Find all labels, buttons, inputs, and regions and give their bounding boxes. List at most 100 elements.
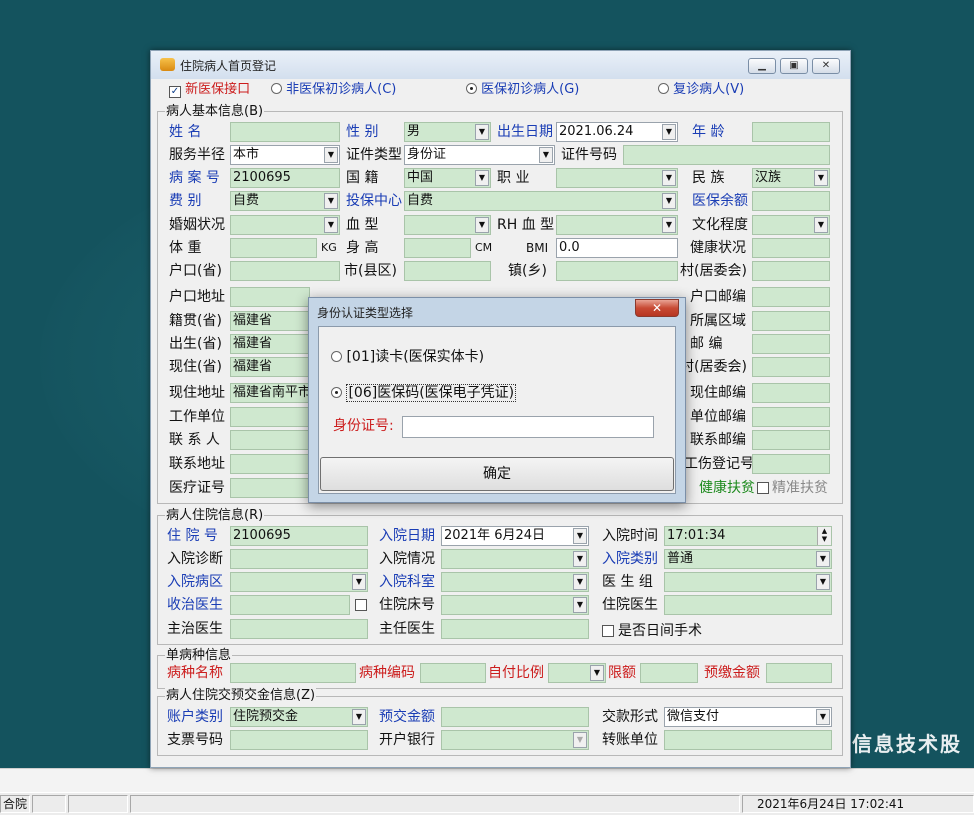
- current-zip-field[interactable]: [752, 383, 830, 403]
- option-insurance-code[interactable]: [06]医保码(医保电子凭证): [331, 383, 517, 403]
- dropdown-arrow-icon[interactable]: ▼: [662, 170, 676, 186]
- fee-select[interactable]: 自费 ▼: [230, 191, 340, 211]
- account-select[interactable]: 住院预交金 ▼: [230, 707, 368, 727]
- height-field[interactable]: [404, 238, 471, 258]
- bmi-field[interactable]: 0.0: [556, 238, 678, 258]
- current-addr-field[interactable]: 福建省南平市: [230, 383, 310, 403]
- dropdown-arrow-icon[interactable]: ▼: [324, 217, 338, 233]
- dropdown-arrow-icon[interactable]: ▼: [352, 574, 366, 590]
- id-type-select[interactable]: 身份证 ▼: [404, 145, 555, 165]
- minimize-button[interactable]: ▁: [748, 58, 776, 74]
- work-zip-field[interactable]: [752, 407, 830, 427]
- ward-select[interactable]: ▼: [230, 572, 368, 592]
- health-poverty-label[interactable]: 健康扶贫: [699, 478, 755, 498]
- dropdown-arrow-icon[interactable]: ▼: [475, 170, 489, 186]
- service-select[interactable]: 本市 ▼: [230, 145, 340, 165]
- radio-insurance[interactable]: 医保初诊病人(G): [466, 80, 579, 100]
- maximize-button[interactable]: ▣: [780, 58, 808, 74]
- radio-revisit[interactable]: 复诊病人(V): [658, 80, 744, 100]
- dropdown-arrow-icon[interactable]: ▼: [573, 551, 587, 567]
- admit-time-field[interactable]: 17:01:34 ▲ ▼: [664, 526, 832, 546]
- hukou-addr-field[interactable]: [230, 287, 310, 307]
- marital-select[interactable]: ▼: [230, 215, 340, 235]
- ethnic-select[interactable]: 汉族 ▼: [752, 168, 830, 188]
- precise-poverty-checkbox[interactable]: [757, 482, 769, 494]
- hosp-doctor-field[interactable]: [664, 595, 832, 615]
- daytime-surgery-checkbox[interactable]: [602, 625, 614, 637]
- check-field[interactable]: [230, 730, 368, 750]
- dropdown-arrow-icon[interactable]: ▼: [324, 193, 338, 209]
- calendar-dropdown-icon[interactable]: ▼: [662, 124, 676, 140]
- dropdown-arrow-icon[interactable]: ▼: [539, 147, 553, 163]
- prepay-field[interactable]: [766, 663, 832, 683]
- contact-zip-field[interactable]: [752, 430, 830, 450]
- id-number-input[interactable]: [402, 416, 654, 438]
- disease-code-field[interactable]: [420, 663, 486, 683]
- calendar-dropdown-icon[interactable]: ▼: [573, 528, 587, 544]
- current-field[interactable]: 福建省: [230, 357, 310, 377]
- nation-select[interactable]: 中国 ▼: [404, 168, 491, 188]
- blood-select[interactable]: ▼: [404, 215, 491, 235]
- radio-non-insurance[interactable]: 非医保初诊病人(C): [271, 80, 396, 100]
- diag-field[interactable]: [230, 549, 368, 569]
- birth-date-picker[interactable]: 2021.06.24 ▼: [556, 122, 678, 142]
- attending-field[interactable]: [230, 619, 368, 639]
- transfer-field[interactable]: [664, 730, 832, 750]
- bed-select[interactable]: ▼: [441, 595, 589, 615]
- category-select[interactable]: 普通 ▼: [664, 549, 832, 569]
- situation-select[interactable]: ▼: [441, 549, 589, 569]
- dialog-close-button[interactable]: ✕: [635, 299, 679, 317]
- doctor-field[interactable]: [230, 595, 350, 615]
- health-field[interactable]: [752, 238, 830, 258]
- town-field[interactable]: [556, 261, 678, 281]
- chief-field[interactable]: [441, 619, 589, 639]
- disease-name-field[interactable]: [230, 663, 356, 683]
- hosp-no-field[interactable]: 2100695: [230, 526, 368, 546]
- age-field[interactable]: [752, 122, 830, 142]
- dropdown-arrow-icon[interactable]: ▼: [816, 551, 830, 567]
- city-field[interactable]: [404, 261, 491, 281]
- village2-field[interactable]: [752, 357, 830, 377]
- case-no-field[interactable]: 2100695: [230, 168, 340, 188]
- dropdown-arrow-icon[interactable]: ▼: [324, 147, 338, 163]
- dropdown-arrow-icon[interactable]: ▼: [662, 193, 676, 209]
- confirm-button[interactable]: 确定: [320, 457, 674, 491]
- contact-addr-field[interactable]: [230, 454, 310, 474]
- dropdown-arrow-icon[interactable]: ▼: [814, 217, 828, 233]
- new-insurance-checkbox[interactable]: ✓ 新医保接口: [169, 80, 250, 100]
- hukou-prov-field[interactable]: [230, 261, 340, 281]
- job-select[interactable]: ▼: [556, 168, 678, 188]
- center-select[interactable]: 自费 ▼: [404, 191, 678, 211]
- payment-select[interactable]: 微信支付 ▼: [664, 707, 832, 727]
- dropdown-arrow-icon[interactable]: ▼: [816, 709, 830, 725]
- doctor-checkbox[interactable]: [355, 599, 367, 611]
- option-read-card[interactable]: [01]读卡(医保实体卡): [331, 347, 484, 367]
- dropdown-arrow-icon[interactable]: ▼: [352, 709, 366, 725]
- native-field[interactable]: 福建省: [230, 311, 310, 331]
- id-no-field[interactable]: [623, 145, 830, 165]
- close-button[interactable]: ✕: [812, 58, 840, 74]
- dropdown-arrow-icon[interactable]: ▼: [816, 574, 830, 590]
- edu-select[interactable]: ▼: [752, 215, 830, 235]
- work-field[interactable]: [230, 407, 310, 427]
- group-select[interactable]: ▼: [664, 572, 832, 592]
- amount-field[interactable]: [441, 707, 589, 727]
- injury-field[interactable]: [752, 454, 830, 474]
- dropdown-arrow-icon[interactable]: ▼: [573, 574, 587, 590]
- bank-select[interactable]: ▼: [441, 730, 589, 750]
- balance-field[interactable]: [752, 191, 830, 211]
- village-field[interactable]: [752, 261, 830, 281]
- hukou-zip-field[interactable]: [752, 287, 830, 307]
- ratio-select[interactable]: ▼: [548, 663, 606, 683]
- weight-field[interactable]: [230, 238, 317, 258]
- dropdown-arrow-icon[interactable]: ▼: [573, 732, 587, 748]
- dropdown-arrow-icon[interactable]: ▼: [475, 124, 489, 140]
- contact-field[interactable]: [230, 430, 310, 450]
- dropdown-arrow-icon[interactable]: ▼: [573, 597, 587, 613]
- birthplace-field[interactable]: 福建省: [230, 334, 310, 354]
- zip-field[interactable]: [752, 334, 830, 354]
- area-field[interactable]: [752, 311, 830, 331]
- dropdown-arrow-icon[interactable]: ▼: [814, 170, 828, 186]
- sex-select[interactable]: 男 ▼: [404, 122, 491, 142]
- admit-date-picker[interactable]: 2021年 6月24日 ▼: [441, 526, 589, 546]
